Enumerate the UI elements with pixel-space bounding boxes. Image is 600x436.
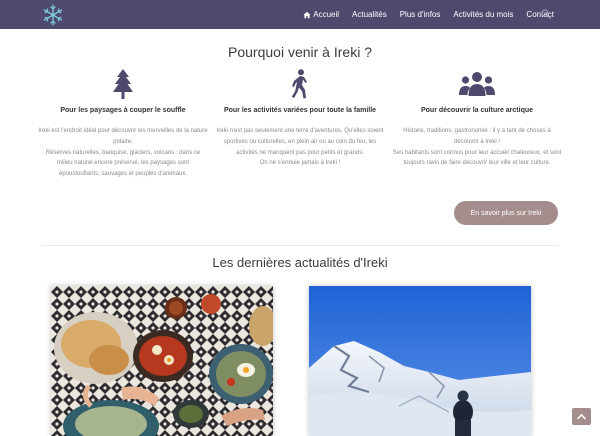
news-card-mountain[interactable] bbox=[309, 286, 531, 436]
feature-paragraph: Ireki est l'endroit idéal pour découvrir… bbox=[38, 128, 208, 145]
why-section-title: Pourquoi venir à Ireki ? bbox=[228, 44, 372, 60]
nav-accueil[interactable]: Accueil bbox=[303, 10, 339, 19]
feature-paragraph: Histoire, traditions, gastronomie : il y… bbox=[403, 128, 551, 145]
feature-paragraph: Réserves naturelles, banquise, glaciers,… bbox=[45, 149, 201, 178]
news-card-food[interactable] bbox=[51, 286, 273, 436]
feature-description: Ireki est l'endroit idéal pour découvrir… bbox=[38, 126, 208, 180]
snowflake-logo-icon[interactable] bbox=[41, 3, 65, 27]
feature-activities: Pour les activités variées pour toute la… bbox=[215, 68, 385, 169]
nav-activites-du-mois[interactable]: Activités du mois bbox=[453, 10, 513, 19]
snowy-mountain-photo bbox=[309, 286, 531, 436]
feature-paragraph: Ireki n'est pas seulement une terre d'av… bbox=[216, 128, 384, 156]
feature-description: Ireki n'est pas seulement une terre d'av… bbox=[215, 126, 385, 169]
feature-paragraph: On ne s'ennuie jamais à Ireki ! bbox=[259, 160, 341, 167]
search-icon[interactable] bbox=[541, 9, 551, 19]
tree-icon bbox=[113, 69, 133, 99]
feature-landscapes: Pour les paysages à couper le souffle Ir… bbox=[38, 68, 208, 180]
section-divider bbox=[42, 245, 558, 246]
people-group-icon bbox=[459, 72, 495, 96]
news-section-title: Les dernières actualités d'Ireki bbox=[212, 255, 388, 270]
feature-title: Pour les activités variées pour toute la… bbox=[223, 107, 377, 114]
back-to-top-button[interactable] bbox=[572, 408, 591, 425]
learn-more-button[interactable]: En savoir plus sur Ireki bbox=[454, 201, 558, 225]
main-menu: Accueil Actualités Plus d'infos Activité… bbox=[290, 0, 554, 29]
walking-person-icon bbox=[291, 69, 307, 99]
home-icon bbox=[303, 11, 311, 18]
top-navbar: Accueil Actualités Plus d'infos Activité… bbox=[0, 0, 600, 29]
chevron-up-icon bbox=[577, 413, 586, 420]
nav-plus-infos[interactable]: Plus d'infos bbox=[400, 10, 441, 19]
feature-paragraph: Ses habitants sont connus pour leur accu… bbox=[392, 149, 562, 167]
feature-title: Pour découvrir la culture arctique bbox=[420, 107, 534, 114]
feature-culture: Pour découvrir la culture arctique Histo… bbox=[392, 68, 562, 169]
feature-title: Pour les paysages à couper le souffle bbox=[60, 107, 186, 114]
food-table-photo bbox=[51, 286, 273, 436]
feature-description: Histoire, traditions, gastronomie : il y… bbox=[392, 126, 562, 169]
nav-actualites[interactable]: Actualités bbox=[352, 10, 387, 19]
nav-accueil-label: Accueil bbox=[313, 10, 340, 19]
